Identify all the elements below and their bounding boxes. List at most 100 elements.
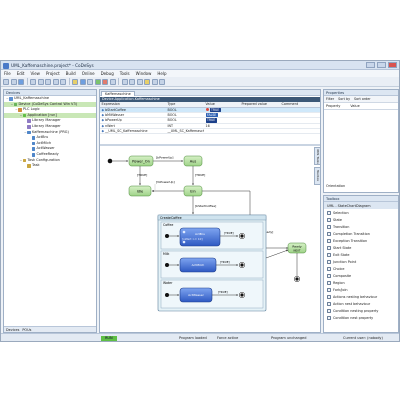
cut-icon[interactable] — [45, 78, 51, 85]
status-bar: RUN Program loaded Force active Program … — [1, 333, 399, 341]
toolbox-item[interactable]: Composite — [324, 272, 398, 279]
toolbox-item[interactable]: Start State — [324, 244, 398, 251]
expand-toggle-icon[interactable]: − — [20, 158, 23, 164]
tree-node-icon — [13, 102, 18, 107]
expand-toggle-icon[interactable]: − — [24, 130, 27, 136]
tab-kaffemaschine[interactable]: Kaffemaschine — [101, 90, 135, 96]
maximize-button[interactable] — [377, 62, 386, 68]
toolbox-item-icon — [327, 294, 331, 299]
minimize-button[interactable] — [366, 62, 375, 68]
menu-item-debug[interactable]: Debug — [101, 71, 114, 76]
table-row[interactable]: ◆ __UML_SC_Kaffemaschine __UML_SC_Kaffema… — [100, 128, 320, 135]
toolbox-item[interactable]: Completion Transition — [324, 230, 398, 237]
build-icon[interactable] — [72, 78, 78, 85]
right-pane: Properties Filter Sort by Sort order Pro… — [323, 89, 399, 333]
toolbar — [1, 77, 399, 87]
editor-pane: Kaffemaschine Device.Application.Kaffema… — [99, 89, 321, 333]
expand-toggle-icon[interactable]: − — [6, 96, 9, 102]
cell-type-text: __UML_SC_Kaffemaschine — [167, 129, 205, 134]
composite-createcoffee-label: CreateCoffee — [160, 216, 182, 220]
logout-icon[interactable] — [87, 78, 93, 85]
tree-node-icon — [31, 141, 36, 146]
toolbox-item[interactable]: Condition nest property — [324, 314, 398, 321]
toolbox-item[interactable]: Exit State — [324, 251, 398, 258]
sort-order-dropdown[interactable]: Sort order — [354, 97, 371, 101]
cell-value — [204, 128, 240, 135]
filter-dropdown[interactable]: Filter — [326, 97, 334, 101]
step-over-icon[interactable] — [121, 78, 128, 85]
menu-item-edit[interactable]: Edit — [17, 71, 25, 76]
side-tab-uml-tools[interactable]: UML Tools — [314, 147, 321, 165]
reset-icon[interactable] — [109, 78, 116, 85]
devices-pane: Devices − UML_Kaffemaschine − Device (CoDeS… — [3, 89, 97, 333]
toolbox-item[interactable]: Condition nesting property — [324, 307, 398, 314]
left-pane-tabs: Devices POUs — [4, 326, 96, 332]
menu-item-online[interactable]: Online — [82, 71, 95, 76]
toolbox-item[interactable]: Exception Transition — [324, 237, 398, 244]
save-icon[interactable] — [18, 78, 24, 85]
expand-toggle-icon[interactable]: − — [20, 113, 23, 119]
toolbox-item-icon — [327, 259, 331, 264]
toolbox-item-label: State — [333, 217, 342, 222]
toolbox-item[interactable]: Action nest behaviour — [324, 300, 398, 307]
properties-panel: Properties Filter Sort by Sort order Pro… — [323, 89, 399, 193]
undo-icon[interactable] — [30, 78, 36, 85]
toolbox-item-label: Region — [333, 280, 345, 285]
side-tab-toolbox[interactable]: Toolbox — [314, 167, 321, 185]
force-values-icon[interactable] — [159, 78, 165, 85]
login-icon[interactable] — [79, 78, 86, 85]
menu-item-help[interactable]: Help — [157, 71, 166, 76]
guard-true-coffee: [TRUE] — [224, 231, 234, 235]
toolbox-item-label: Completion Transition — [333, 231, 370, 236]
guard-true-2: [TRUE] — [195, 173, 205, 177]
tab-pous[interactable]: POUs — [22, 328, 31, 332]
cell-type: __UML_SC_Kaffemaschine — [166, 128, 205, 135]
toolbox-item[interactable]: Selection — [324, 209, 398, 216]
cell-expr-text: bMitWasser — [105, 113, 125, 118]
close-button[interactable] — [388, 62, 397, 68]
cell-expr-text: bStartCoffee — [105, 107, 126, 112]
run-status: RUN — [101, 335, 117, 341]
initial-state[interactable] — [107, 158, 113, 164]
new-icon[interactable] — [3, 78, 9, 85]
menu-item-tools[interactable]: Tools — [120, 71, 130, 76]
expand-toggle-icon[interactable]: − — [11, 102, 14, 108]
cell-type-text: BOOL — [167, 107, 177, 112]
write-values-icon[interactable] — [151, 78, 158, 85]
tree-item[interactable]: Task — [4, 163, 96, 169]
tree-node-icon — [18, 108, 22, 112]
toolbox-group[interactable]: UML - StateChartDiagram — [324, 202, 398, 209]
toolbox-item-icon — [327, 273, 331, 278]
value-column-header: Value — [350, 104, 360, 108]
open-icon[interactable] — [10, 78, 17, 85]
copy-icon[interactable] — [52, 78, 59, 85]
menu-item-file[interactable]: File — [4, 71, 11, 76]
step-into-icon[interactable] — [129, 78, 135, 85]
region-milk-label: Milk — [163, 252, 170, 256]
tree-node-icon — [27, 130, 31, 135]
toolbox-item[interactable]: Junction Point — [324, 258, 398, 265]
expand-toggle-icon[interactable]: − — [15, 107, 18, 113]
breakpoint-icon[interactable] — [144, 78, 150, 85]
transition-create-ready[interactable] — [265, 249, 289, 259]
menu-item-window[interactable]: Window — [136, 71, 152, 76]
toolbox-item[interactable]: Actions nesting behaviour — [324, 293, 398, 300]
toolbox-item[interactable]: State — [324, 216, 398, 223]
step-out-icon[interactable] — [136, 78, 143, 85]
paste-icon[interactable] — [60, 78, 66, 85]
menu-item-build[interactable]: Build — [66, 71, 76, 76]
toolbox-item[interactable]: Fork/Join — [324, 286, 398, 293]
tab-devices[interactable]: Devices — [6, 328, 19, 332]
redo-icon[interactable] — [37, 78, 44, 85]
tree-node-icon — [31, 147, 36, 151]
toolbox-item[interactable]: Choice — [324, 265, 398, 272]
toolbox-item[interactable]: Region — [324, 279, 398, 286]
stop-icon[interactable] — [102, 78, 108, 85]
menu-item-view[interactable]: View — [30, 71, 40, 76]
start-icon[interactable] — [94, 78, 101, 85]
menu-item-project[interactable]: Project — [46, 71, 60, 76]
toolbox-item[interactable]: Transition — [324, 223, 398, 230]
sort-by-dropdown[interactable]: Sort by — [338, 97, 350, 101]
guard-wert: [nWert >= 10] — [182, 237, 203, 241]
state-actwasser-label: ActWasser — [188, 293, 204, 297]
